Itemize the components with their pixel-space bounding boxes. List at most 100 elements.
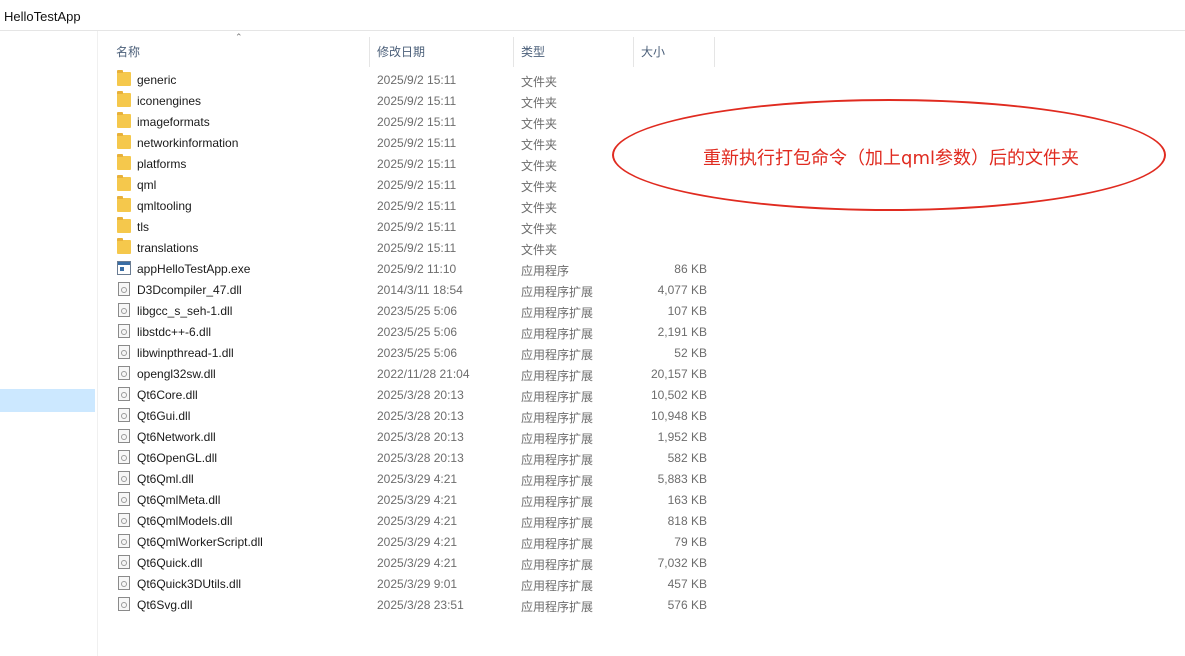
file-name: tls bbox=[137, 220, 149, 234]
column-separator[interactable] bbox=[633, 37, 634, 67]
file-size: 818 KB bbox=[667, 514, 707, 528]
file-modified-date: 2023/5/25 5:06 bbox=[377, 325, 458, 339]
file-name: Qt6Core.dll bbox=[137, 388, 198, 402]
folder-icon bbox=[117, 238, 131, 254]
file-modified-date: 2025/9/2 15:11 bbox=[377, 178, 457, 192]
column-separator[interactable] bbox=[369, 37, 370, 67]
file-size: 1,952 KB bbox=[657, 430, 707, 444]
file-type: 应用程序扩展 bbox=[521, 474, 594, 488]
file-name: imageformats bbox=[137, 115, 210, 129]
file-row[interactable]: tls 2025/9/2 15:11 文件夹 bbox=[98, 216, 1185, 237]
column-separator[interactable] bbox=[714, 37, 715, 67]
file-modified-date: 2025/3/29 4:21 bbox=[377, 472, 458, 486]
file-modified-date: 2025/9/2 15:11 bbox=[377, 94, 457, 108]
file-modified-date: 2025/3/28 23:51 bbox=[377, 598, 464, 612]
column-header-row: ⌃ 名称 修改日期 类型 大小 bbox=[98, 31, 1185, 69]
file-modified-date: 2023/5/25 5:06 bbox=[377, 304, 458, 318]
nav-selected-item[interactable] bbox=[0, 389, 95, 412]
column-header-type[interactable]: 类型 bbox=[521, 43, 545, 60]
folder-icon bbox=[117, 175, 131, 191]
file-modified-date: 2025/3/28 20:13 bbox=[377, 430, 464, 444]
file-row[interactable]: libstdc++-6.dll 2023/5/25 5:06 应用程序扩展 2,191… bbox=[98, 321, 1185, 342]
file-row[interactable]: translations 2025/9/2 15:11 文件夹 bbox=[98, 237, 1185, 258]
file-size: 582 KB bbox=[667, 451, 707, 465]
file-name: opengl32sw.dll bbox=[137, 367, 216, 381]
file-name: qml bbox=[137, 178, 157, 192]
file-size: 5,883 KB bbox=[657, 472, 707, 486]
dll-icon bbox=[118, 555, 130, 569]
file-row[interactable]: D3Dcompiler_47.dll 2014/3/11 18:54 应用程序扩展 4… bbox=[98, 279, 1185, 300]
file-row[interactable]: Qt6Network.dll 2025/3/28 20:13 应用程序扩展 1,952… bbox=[98, 426, 1185, 447]
file-name: D3Dcompiler_47.dll bbox=[137, 283, 242, 297]
file-modified-date: 2025/3/28 20:13 bbox=[377, 388, 464, 402]
file-modified-date: 2025/3/28 20:13 bbox=[377, 451, 464, 465]
dll-icon bbox=[118, 597, 130, 611]
file-type: 文件夹 bbox=[521, 117, 558, 131]
file-type: 应用程序 bbox=[521, 264, 570, 278]
file-row[interactable]: Qt6Svg.dll 2025/3/28 23:51 应用程序扩展 576 KB bbox=[98, 594, 1185, 615]
folder-icon bbox=[117, 91, 131, 107]
column-header-modified[interactable]: 修改日期 bbox=[377, 43, 425, 60]
file-name: libwinpthread-1.dll bbox=[137, 346, 234, 360]
dll-icon bbox=[118, 366, 130, 380]
dll-icon bbox=[118, 471, 130, 485]
file-row[interactable]: appHelloTestApp.exe 2025/9/2 11:10 应用程序 86 … bbox=[98, 258, 1185, 279]
file-row[interactable]: libgcc_s_seh-1.dll 2023/5/25 5:06 应用程序扩展 10… bbox=[98, 300, 1185, 321]
file-size: 10,948 KB bbox=[650, 409, 707, 423]
file-size: 52 KB bbox=[674, 346, 707, 360]
annotation-text: 重新执行打包命令（加上qml参数）后的文件夹 bbox=[703, 148, 1079, 169]
folder-icon bbox=[117, 133, 131, 149]
file-modified-date: 2025/3/28 20:13 bbox=[377, 409, 464, 423]
file-name: Qt6Network.dll bbox=[137, 430, 216, 444]
file-modified-date: 2025/3/29 4:21 bbox=[377, 514, 458, 528]
file-row[interactable]: Qt6QmlMeta.dll 2025/3/29 4:21 应用程序扩展 163 KB bbox=[98, 489, 1185, 510]
title-bar: HelloTestApp bbox=[0, 0, 1185, 31]
file-name: generic bbox=[137, 73, 177, 87]
file-row[interactable]: Qt6Quick.dll 2025/3/29 4:21 应用程序扩展 7,032 KB bbox=[98, 552, 1185, 573]
dll-icon bbox=[118, 324, 130, 338]
file-type: 应用程序扩展 bbox=[521, 306, 594, 320]
folder-icon bbox=[117, 217, 131, 233]
folder-icon bbox=[117, 154, 131, 170]
file-name: Qt6QmlMeta.dll bbox=[137, 493, 221, 507]
navigation-pane[interactable] bbox=[0, 31, 98, 656]
file-row[interactable]: Qt6Quick3DUtils.dll 2025/3/29 9:01 应用程序扩展 4… bbox=[98, 573, 1185, 594]
file-modified-date: 2025/9/2 15:11 bbox=[377, 220, 457, 234]
file-row[interactable]: Qt6OpenGL.dll 2025/3/28 20:13 应用程序扩展 582 KB bbox=[98, 447, 1185, 468]
folder-icon bbox=[117, 70, 131, 86]
file-size: 163 KB bbox=[667, 493, 707, 507]
annotation-ellipse: 重新执行打包命令（加上qml参数）后的文件夹 bbox=[612, 99, 1166, 211]
file-row[interactable]: opengl32sw.dll 2022/11/28 21:04 应用程序扩展 20,1… bbox=[98, 363, 1185, 384]
folder-icon bbox=[117, 196, 131, 212]
file-type: 应用程序扩展 bbox=[521, 495, 594, 509]
file-name: Qt6OpenGL.dll bbox=[137, 451, 218, 465]
file-modified-date: 2025/3/29 4:21 bbox=[377, 556, 458, 570]
file-type: 应用程序扩展 bbox=[521, 579, 594, 593]
file-modified-date: 2025/9/2 15:11 bbox=[377, 157, 457, 171]
file-row[interactable]: Qt6Gui.dll 2025/3/28 20:13 应用程序扩展 10,948 KB bbox=[98, 405, 1185, 426]
column-header-name[interactable]: 名称 bbox=[116, 43, 140, 60]
file-type: 应用程序扩展 bbox=[521, 411, 594, 425]
file-type: 应用程序扩展 bbox=[521, 600, 594, 614]
file-type: 应用程序扩展 bbox=[521, 537, 594, 551]
file-name: Qt6Svg.dll bbox=[137, 598, 193, 612]
column-separator[interactable] bbox=[513, 37, 514, 67]
file-row[interactable]: Qt6QmlWorkerScript.dll 2025/3/29 4:21 应用程序… bbox=[98, 531, 1185, 552]
file-name: networkinformation bbox=[137, 136, 239, 150]
file-row[interactable]: libwinpthread-1.dll 2023/5/25 5:06 应用程序扩展 5… bbox=[98, 342, 1185, 363]
file-size: 457 KB bbox=[667, 577, 707, 591]
file-row[interactable]: Qt6Qml.dll 2025/3/29 4:21 应用程序扩展 5,883 KB bbox=[98, 468, 1185, 489]
file-type: 应用程序扩展 bbox=[521, 390, 594, 404]
column-header-size[interactable]: 大小 bbox=[641, 43, 665, 60]
dll-icon bbox=[118, 513, 130, 527]
file-name: qmltooling bbox=[137, 199, 192, 213]
file-type: 应用程序扩展 bbox=[521, 432, 594, 446]
dll-icon bbox=[118, 576, 130, 590]
file-type: 应用程序扩展 bbox=[521, 327, 594, 341]
file-type: 文件夹 bbox=[521, 159, 558, 173]
file-row[interactable]: Qt6QmlModels.dll 2025/3/29 4:21 应用程序扩展 818 … bbox=[98, 510, 1185, 531]
file-modified-date: 2025/3/29 4:21 bbox=[377, 493, 458, 507]
file-row[interactable]: generic 2025/9/2 15:11 文件夹 bbox=[98, 69, 1185, 90]
file-row[interactable]: Qt6Core.dll 2025/3/28 20:13 应用程序扩展 10,502 K… bbox=[98, 384, 1185, 405]
dll-icon bbox=[118, 387, 130, 401]
